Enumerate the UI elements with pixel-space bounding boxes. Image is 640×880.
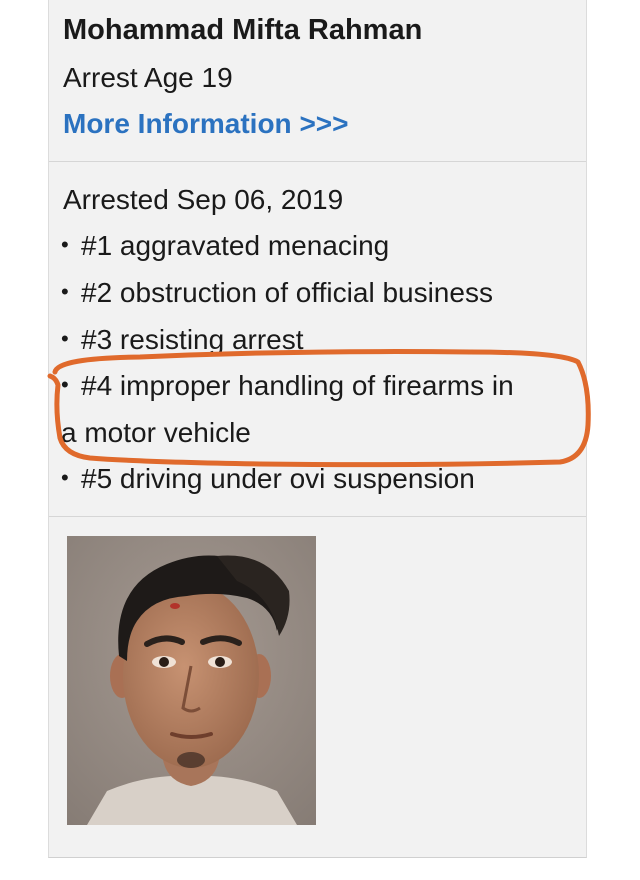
charge-continuation: a motor vehicle [61,417,251,448]
charge-text: #2 obstruction of official business [81,277,493,308]
person-name: Mohammad Mifta Rahman [63,14,423,46]
charge-item: • #2 obstruction of official business [61,277,493,309]
arrest-details: Arrested Sep 06, 2019 • #1 aggravated men… [49,162,586,517]
arrest-age: Arrest Age 19 [63,62,233,93]
bullet-icon: • [61,465,69,490]
charge-text: #4 improper handling of firearms in [81,370,514,401]
arrest-record-card: Mohammad Mifta Rahman Arrest Age 19 More… [48,0,587,858]
charge-item: • #5 driving under ovi suspension [61,463,475,495]
charge-item: • #3 resisting arrest [61,324,304,356]
charge-item: • #1 aggravated menacing [61,230,389,262]
arrest-date: Arrested Sep 06, 2019 [63,184,344,215]
charge-text: #3 resisting arrest [81,324,304,355]
bullet-icon: • [61,326,69,351]
profile-header: Mohammad Mifta Rahman Arrest Age 19 More… [49,0,586,162]
more-information-link[interactable]: More Information >>> [63,108,349,140]
bullet-icon: • [61,279,69,304]
mugshot-image [67,536,316,825]
bullet-icon: • [61,232,69,257]
bullet-icon: • [61,372,69,397]
mugshot-photo [67,536,316,825]
charge-item-highlighted: • #4 improper handling of firearms in [61,370,514,402]
charge-text: #5 driving under ovi suspension [81,463,475,494]
charge-text: #1 aggravated menacing [81,230,390,261]
